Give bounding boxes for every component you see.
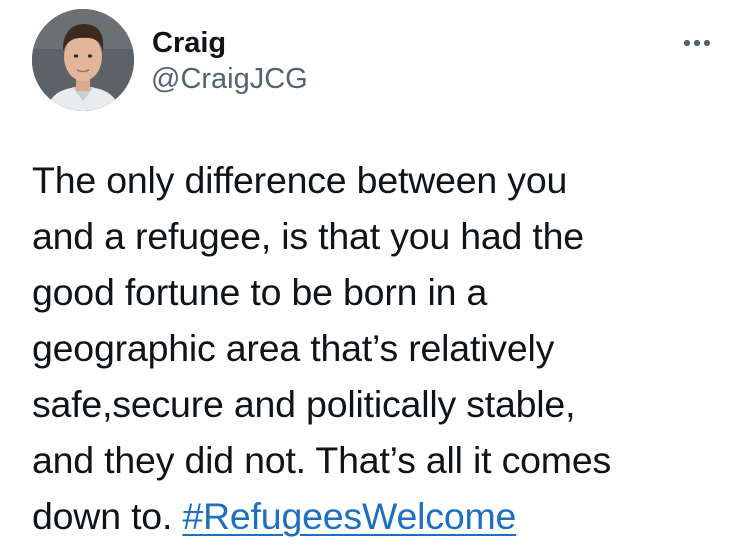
tweet-line: and a refugee, is that you had the — [32, 215, 584, 257]
tweet-line-text: down to. — [32, 495, 173, 537]
tweet-line: geographic area that’s relatively — [32, 327, 555, 369]
tweet-line: and they did not. That’s all it comes — [32, 439, 612, 481]
hashtag-link[interactable]: #RefugeesWelcome — [182, 495, 516, 537]
author-display-name[interactable]: Craig — [152, 24, 226, 62]
tweet-line-last: down to. #RefugeesWelcome — [32, 488, 732, 544]
author-handle[interactable]: @CraigJCG — [151, 60, 308, 98]
tweet-line: The only difference between you — [32, 159, 568, 201]
tweet-line: good fortune to be born in a — [32, 271, 488, 313]
tweet-text: The only difference between you and a re… — [32, 152, 732, 544]
avatar[interactable] — [32, 9, 134, 111]
tweet: Craig @CraigJCG The only difference betw… — [0, 0, 750, 558]
more-horizontal-icon — [683, 39, 711, 47]
more-options-button[interactable] — [674, 26, 720, 60]
tweet-line: safe,secure and politically stable, — [32, 383, 576, 425]
user-avatar-icon — [32, 9, 134, 111]
